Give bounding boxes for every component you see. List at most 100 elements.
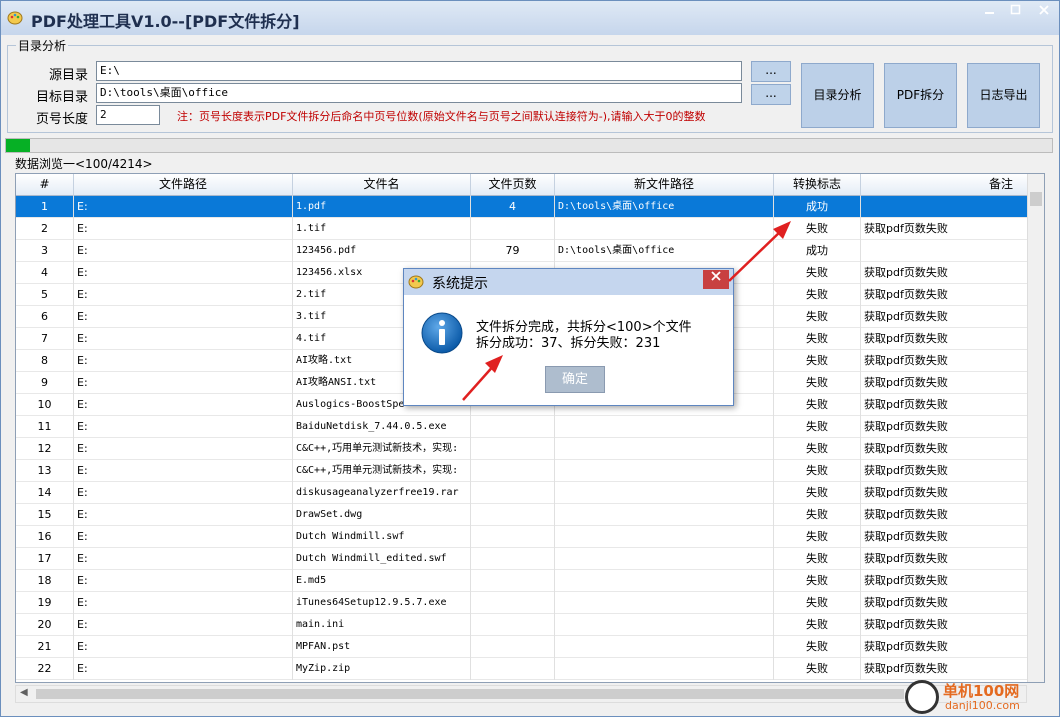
table-cell: [555, 416, 774, 438]
scroll-left-arrow-icon[interactable]: ◀: [20, 687, 28, 698]
source-dir-input[interactable]: E:\: [96, 61, 742, 81]
table-row[interactable]: 19 E: iTunes64Setup12.9.5.7.exe 失败 获取pdf页数失败: [16, 592, 1028, 614]
ok-button[interactable]: 确定: [545, 366, 605, 393]
horizontal-scrollbar[interactable]: ◀: [15, 685, 1027, 703]
table-cell: MPFAN.pst: [293, 636, 471, 658]
table-row[interactable]: 13 E: C&C++,巧用单元测试新技术，实现: 失败 获取pdf页数失败: [16, 460, 1028, 482]
table-cell: 22: [16, 658, 74, 680]
table-row[interactable]: 14 E: diskusageanalyzerfree19.rar 失败 获取pdf页数…: [16, 482, 1028, 504]
column-header[interactable]: 文件页数: [471, 174, 555, 196]
table-cell: 14: [16, 482, 74, 504]
table-row[interactable]: 20 E: main.ini 失败 获取pdf页数失败: [16, 614, 1028, 636]
table-cell: 获取pdf页数失败: [861, 372, 1028, 394]
table-cell: Dutch Windmill.swf: [293, 526, 471, 548]
table-cell: 失败: [774, 482, 861, 504]
table-cell: 失败: [774, 570, 861, 592]
export-log-button[interactable]: 日志导出: [967, 63, 1040, 128]
table-row[interactable]: 18 E: E.md5 失败 获取pdf页数失败: [16, 570, 1028, 592]
table-cell: [471, 570, 555, 592]
table-cell: 失败: [774, 548, 861, 570]
table-cell: E:: [74, 636, 293, 658]
table-cell: [471, 218, 555, 240]
table-cell: 1.pdf: [293, 196, 471, 218]
table-cell: E:: [74, 218, 293, 240]
grid-header: # 文件路径 文件名 文件页数 新文件路径 转换标志 备注: [16, 174, 1028, 196]
table-cell: E:: [74, 658, 293, 680]
info-icon: [421, 312, 463, 354]
source-browse-button[interactable]: ...: [751, 61, 791, 82]
table-cell: 获取pdf页数失败: [861, 526, 1028, 548]
table-cell: E:: [74, 394, 293, 416]
table-cell: [555, 504, 774, 526]
table-cell: 失败: [774, 350, 861, 372]
table-cell: 13: [16, 460, 74, 482]
table-cell: 4: [471, 196, 555, 218]
table-row[interactable]: 21 E: MPFAN.pst 失败 获取pdf页数失败: [16, 636, 1028, 658]
column-header[interactable]: 文件路径: [74, 174, 293, 196]
column-header[interactable]: 文件名: [293, 174, 471, 196]
table-row[interactable]: 22 E: MyZip.zip 失败 获取pdf页数失败: [16, 658, 1028, 680]
progress-fill: [6, 139, 31, 152]
minimize-button[interactable]: [977, 3, 1003, 23]
table-cell: BaiduNetdisk_7.44.0.5.exe: [293, 416, 471, 438]
page-length-input[interactable]: 2: [96, 105, 160, 125]
table-cell: [555, 438, 774, 460]
vertical-scrollbar[interactable]: [1027, 174, 1044, 682]
maximize-button[interactable]: [1003, 3, 1029, 23]
table-cell: 获取pdf页数失败: [861, 482, 1028, 504]
table-cell: 失败: [774, 284, 861, 306]
target-browse-button[interactable]: ...: [751, 84, 791, 105]
table-cell: 失败: [774, 394, 861, 416]
table-row[interactable]: 1 E: 1.pdf 4 D:\tools\桌面\office 成功: [16, 196, 1028, 218]
table-cell: [555, 570, 774, 592]
target-dir-input[interactable]: D:\tools\桌面\office: [96, 83, 742, 103]
source-dir-label: 源目录: [48, 68, 88, 83]
table-cell: E:: [74, 350, 293, 372]
table-cell: [471, 526, 555, 548]
window-title: PDF处理工具V1.0--[PDF文件拆分]: [31, 12, 300, 31]
table-cell: 获取pdf页数失败: [861, 350, 1028, 372]
table-row[interactable]: 17 E: Dutch Windmill_edited.swf 失败 获取pdf页数失败: [16, 548, 1028, 570]
column-header[interactable]: 转换标志: [774, 174, 861, 196]
table-cell: D:\tools\桌面\office: [555, 240, 774, 262]
table-cell: 获取pdf页数失败: [861, 416, 1028, 438]
table-cell: 8: [16, 350, 74, 372]
table-cell: 获取pdf页数失败: [861, 614, 1028, 636]
table-cell: E:: [74, 438, 293, 460]
dialog-close-button[interactable]: [703, 270, 729, 289]
table-cell: 1: [16, 196, 74, 218]
table-cell: 5: [16, 284, 74, 306]
table-cell: 失败: [774, 262, 861, 284]
vertical-scroll-thumb[interactable]: [1030, 192, 1042, 206]
analyze-button[interactable]: 目录分析: [801, 63, 874, 128]
title-bar: PDF处理工具V1.0--[PDF文件拆分]: [1, 1, 1059, 35]
table-cell: [471, 592, 555, 614]
table-row[interactable]: 12 E: C&C++,巧用单元测试新技术，实现: 失败 获取pdf页数失败: [16, 438, 1028, 460]
horizontal-scroll-thumb[interactable]: [36, 689, 904, 699]
pdf-split-button[interactable]: PDF拆分: [884, 63, 957, 128]
table-cell: E:: [74, 548, 293, 570]
table-cell: 获取pdf页数失败: [861, 262, 1028, 284]
table-cell: 79: [471, 240, 555, 262]
column-header[interactable]: #: [16, 174, 74, 196]
dialog-title-bar: 系统提示: [404, 269, 733, 295]
table-cell: [471, 482, 555, 504]
table-cell: 获取pdf页数失败: [861, 636, 1028, 658]
close-button[interactable]: [1031, 3, 1057, 23]
column-header[interactable]: 备注: [861, 174, 1028, 196]
table-row[interactable]: 15 E: DrawSet.dwg 失败 获取pdf页数失败: [16, 504, 1028, 526]
palette-icon: [408, 275, 424, 289]
table-row[interactable]: 3 E: 123456.pdf 79 D:\tools\桌面\office 成功: [16, 240, 1028, 262]
table-cell: [555, 592, 774, 614]
table-cell: 失败: [774, 636, 861, 658]
table-row[interactable]: 2 E: 1.tif 失败 获取pdf页数失败: [16, 218, 1028, 240]
data-grid: # 文件路径 文件名 文件页数 新文件路径 转换标志 备注 1 E: 1.pdf 4 D:\tool…: [15, 173, 1045, 683]
column-header[interactable]: 新文件路径: [555, 174, 774, 196]
table-row[interactable]: 16 E: Dutch Windmill.swf 失败 获取pdf页数失败: [16, 526, 1028, 548]
table-cell: 获取pdf页数失败: [861, 658, 1028, 680]
table-cell: 123456.pdf: [293, 240, 471, 262]
table-row[interactable]: 11 E: BaiduNetdisk_7.44.0.5.exe 失败 获取pdf页数失败: [16, 416, 1028, 438]
maximize-icon: [1010, 4, 1021, 15]
table-cell: 失败: [774, 614, 861, 636]
table-cell: 4: [16, 262, 74, 284]
